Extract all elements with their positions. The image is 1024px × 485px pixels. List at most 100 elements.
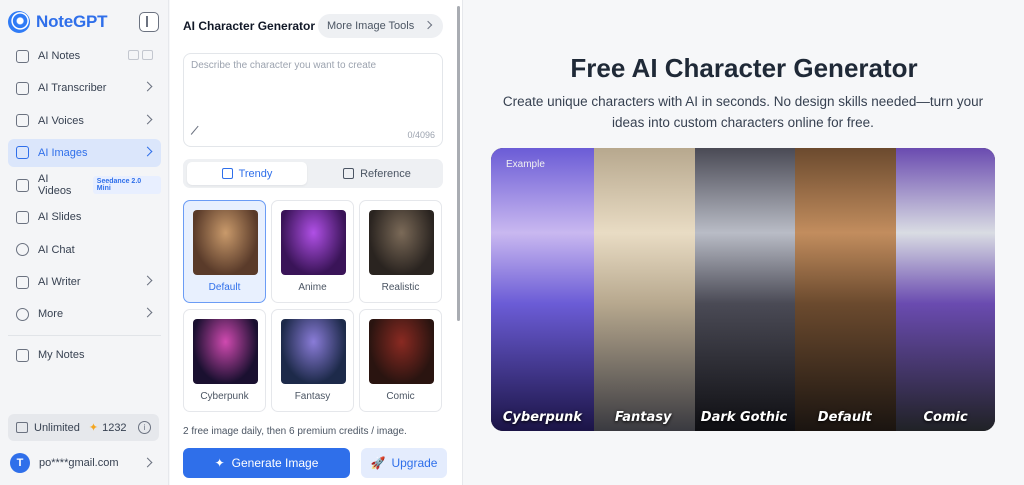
style-option-default[interactable]: Default — [183, 200, 266, 303]
upgrade-button[interactable]: 🚀 Upgrade — [361, 448, 447, 478]
credits-note: 2 free image daily, then 6 premium credi… — [183, 426, 407, 437]
example-panel-label: Default — [817, 410, 872, 425]
info-icon[interactable]: i — [138, 421, 151, 434]
sidebar-item-ai-notes[interactable]: AI Notes — [8, 42, 161, 70]
sidebar-item-label: More — [38, 308, 64, 321]
sidebar-item-ai-videos[interactable]: AI Videos Seedance 2.0 Mini — [8, 171, 161, 199]
sidebar-item-label: AI Images — [38, 146, 88, 159]
sidebar-item-ai-writer[interactable]: AI Writer — [8, 268, 161, 296]
trendy-icon — [221, 168, 233, 179]
sidebar-item-label: AI Transcriber — [38, 82, 107, 95]
style-option-cyberpunk[interactable]: Cyberpunk — [183, 309, 266, 412]
tab-reference[interactable]: Reference — [317, 162, 437, 185]
sidebar-item-label: AI Videos — [38, 173, 72, 198]
more-image-tools-button[interactable]: More Image Tools — [318, 14, 443, 38]
notes-shortcut-icons[interactable] — [128, 50, 153, 60]
sidebar-toggle-icon[interactable] — [139, 12, 159, 32]
usage-bar[interactable]: Unlimited ✦ 1232 i — [8, 414, 159, 441]
magic-wand-icon[interactable] — [190, 125, 207, 142]
sidebar-item-label: AI Notes — [38, 50, 81, 62]
tab-trendy[interactable]: Trendy — [187, 162, 307, 185]
chevron-right-icon — [142, 275, 153, 286]
prompt-box: 0/4096 — [183, 53, 443, 147]
example-panel-label: Dark Gothic — [700, 410, 788, 425]
sidebar-item-more[interactable]: More — [8, 300, 161, 328]
video-note-icon — [128, 50, 139, 60]
hero-subtitle: Create unique characters with AI in seco… — [502, 94, 984, 130]
tab-label: Reference — [360, 167, 411, 180]
sidebar-item-label: AI Slides — [38, 211, 82, 224]
generator-panel: AI Character Generator More Image Tools … — [170, 0, 463, 485]
generate-label: Generate Image — [231, 456, 319, 470]
user-email: po****gmail.com — [39, 457, 119, 469]
style-thumbnail — [369, 319, 434, 384]
style-label: Realistic — [381, 282, 420, 293]
example-showcase: Comic Default Dark Gothic Fantasy Cyberpunk … — [491, 148, 995, 431]
style-thumbnail — [281, 210, 346, 275]
example-panel-fantasy: Fantasy — [591, 148, 695, 431]
notegpt-logo-icon — [8, 11, 30, 33]
example-panel-label: Cyberpunk — [502, 410, 582, 425]
sidebar-item-ai-transcriber[interactable]: AI Transcriber — [8, 74, 161, 102]
style-label: Anime — [298, 282, 327, 293]
style-label: Cyberpunk — [200, 391, 249, 402]
chevron-right-icon — [142, 146, 153, 157]
sidebar-item-label: AI Chat — [38, 243, 75, 256]
sidebar-divider — [8, 335, 161, 336]
credits-count: 1232 — [102, 421, 127, 434]
sidebar-item-ai-voices[interactable]: AI Voices — [8, 107, 161, 135]
example-panel-label: Comic — [923, 410, 968, 425]
style-tabs: Trendy Reference — [183, 159, 443, 188]
chat-icon — [16, 243, 29, 257]
cc-icon — [16, 81, 29, 95]
style-option-anime[interactable]: Anime — [271, 200, 354, 303]
sidebar: NoteGPT AI Notes AI Transcriber AI Voices A… — [0, 0, 169, 485]
sidebar-item-ai-images[interactable]: AI Images — [8, 138, 161, 167]
sidebar-item-ai-chat[interactable]: AI Chat — [8, 236, 161, 264]
style-option-realistic[interactable]: Realistic — [359, 200, 442, 303]
style-thumbnail — [369, 210, 434, 275]
notebook-icon — [16, 348, 29, 362]
example-panel-dark-gothic: Dark Gothic — [692, 148, 796, 431]
tab-label: Trendy — [238, 167, 273, 180]
doc-note-icon — [142, 50, 153, 60]
rocket-icon: 🚀 — [370, 456, 386, 470]
chevron-right-icon — [142, 457, 153, 468]
style-label: Comic — [386, 391, 415, 402]
panel-title: AI Character Generator — [183, 19, 316, 33]
prompt-input[interactable] — [191, 60, 435, 116]
example-panel-label: Fantasy — [614, 410, 672, 425]
style-label: Fantasy — [294, 391, 331, 402]
example-panel-cyberpunk: Cyberpunk — [491, 148, 594, 431]
sparkle-icon: ✦ — [88, 422, 99, 434]
example-panel-comic: Comic — [894, 148, 995, 431]
panel-scrollbar[interactable] — [457, 6, 460, 321]
style-label: Default — [208, 282, 241, 293]
avatar: T — [10, 453, 30, 473]
brand[interactable]: NoteGPT — [8, 10, 108, 34]
style-option-fantasy[interactable]: Fantasy — [271, 309, 354, 412]
plan-label: Unlimited — [34, 421, 80, 434]
char-counter: 0/4096 — [407, 130, 435, 140]
user-menu[interactable]: T po****gmail.com — [10, 452, 159, 474]
sidebar-item-ai-slides[interactable]: AI Slides — [8, 203, 161, 231]
style-thumbnail — [193, 210, 258, 275]
style-option-comic[interactable]: Comic — [359, 309, 442, 412]
image-icon — [16, 146, 29, 160]
sidebar-item-label: My Notes — [38, 349, 85, 361]
chevron-right-icon — [142, 114, 153, 125]
waveform-icon — [16, 114, 29, 128]
video-icon — [16, 178, 29, 192]
reference-image-icon — [343, 168, 355, 179]
chevron-right-icon — [142, 81, 153, 92]
hero-title: Free AI Character Generator — [570, 53, 918, 83]
notes-icon — [16, 49, 29, 63]
generate-image-button[interactable]: ✦ Generate Image — [183, 448, 350, 478]
slides-icon — [16, 210, 29, 224]
more-image-tools-label: More Image Tools — [327, 20, 415, 32]
pen-icon — [16, 275, 29, 289]
example-panel-default: Default — [793, 148, 897, 431]
sidebar-item-my-notes[interactable]: My Notes — [8, 341, 161, 369]
brand-name: NoteGPT — [36, 12, 108, 31]
sidebar-item-label: AI Voices — [38, 114, 84, 127]
